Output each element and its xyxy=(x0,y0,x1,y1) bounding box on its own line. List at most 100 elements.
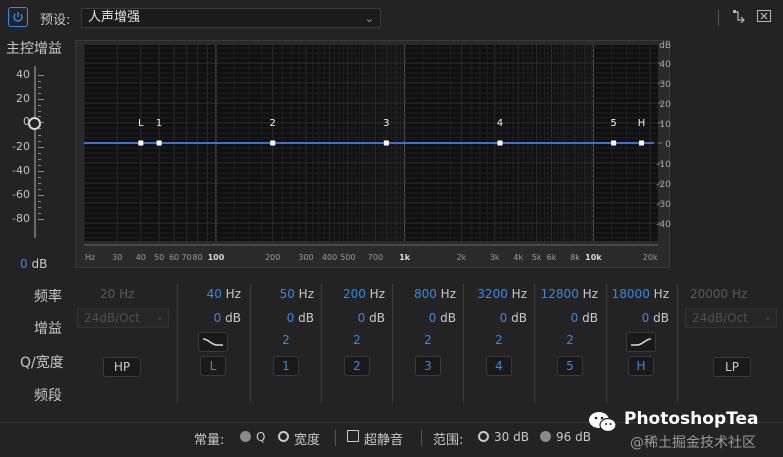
band-5-q[interactable]: 2 xyxy=(550,333,590,347)
band-gain-value[interactable]: 0 xyxy=(500,311,508,325)
master-gain-value: 0 dB xyxy=(20,257,47,271)
close-box-icon[interactable] xyxy=(757,10,771,25)
band-2-toggle-button[interactable]: 2 xyxy=(344,356,370,376)
hp-slope-value: 24dB/Oct xyxy=(84,311,140,325)
freq-axis-label: 5k xyxy=(532,253,542,262)
band-gain-unit: dB xyxy=(653,311,669,325)
band-handle-label: 3 xyxy=(383,118,389,129)
band-frequency-value[interactable]: 800 xyxy=(414,287,437,301)
master-scale-tick xyxy=(38,195,44,196)
band-4-frequency: 3200 Hz xyxy=(463,287,527,301)
db-axis-label: 10 xyxy=(660,120,671,130)
freq-axis-label: 3k xyxy=(490,253,500,262)
band-handle-label: L xyxy=(138,118,144,129)
band-frequency-unit: Hz xyxy=(653,287,669,301)
band-L-shape-button[interactable] xyxy=(198,332,228,352)
band-gain-value[interactable]: 0 xyxy=(429,311,437,325)
master-scale-minor-tick xyxy=(38,159,41,160)
band-frequency-unit: Hz xyxy=(582,287,598,301)
range-96db-radio[interactable] xyxy=(540,431,551,442)
freq-axis-label: 60 xyxy=(169,253,179,262)
band-H-gain: 0 dB xyxy=(605,311,669,325)
routing-icon[interactable] xyxy=(732,9,746,26)
band-3-toggle-button[interactable]: 3 xyxy=(415,356,441,376)
band-5-toggle-button[interactable]: 5 xyxy=(557,356,583,376)
band-3-q[interactable]: 2 xyxy=(408,333,448,347)
band-H-shape-button[interactable] xyxy=(626,332,656,352)
band-handle-label: 1 xyxy=(156,118,162,129)
band-gain-unit: dB xyxy=(298,311,314,325)
master-gain-number[interactable]: 0 xyxy=(20,257,28,271)
band-frequency-value[interactable]: 40 xyxy=(207,287,222,301)
master-scale-minor-tick xyxy=(38,207,41,208)
band-L-toggle-button[interactable]: L xyxy=(200,356,226,376)
db-axis-label: dB xyxy=(659,41,671,51)
band-1-toggle-button[interactable]: 1 xyxy=(273,356,299,376)
ultra-quiet-checkbox[interactable] xyxy=(347,430,359,442)
constant-width-radio[interactable] xyxy=(278,431,289,442)
band-5-frequency: 12800 Hz xyxy=(534,287,598,301)
wechat-icon xyxy=(588,410,618,437)
band-gain-value[interactable]: 0 xyxy=(642,311,650,325)
lp-button[interactable]: LP xyxy=(713,357,751,377)
band-H-toggle-button[interactable]: H xyxy=(628,356,654,376)
freq-axis-label: 6k xyxy=(547,253,557,262)
band-L-frequency: 40 Hz xyxy=(177,287,241,301)
master-gain-slider-knob[interactable] xyxy=(28,117,41,130)
band-row-label: 频段 xyxy=(34,388,62,404)
freq-axis-label: 70 xyxy=(182,253,192,262)
freq-axis-label: 500 xyxy=(340,253,355,262)
master-gain-title: 主控增益 xyxy=(6,41,62,57)
freq-axis-label: 80 xyxy=(193,253,203,262)
band-1-q[interactable]: 2 xyxy=(266,333,306,347)
frequency-row-label: 频率 xyxy=(34,289,62,305)
preset-label: 预设: xyxy=(40,13,71,28)
eq-graph-canvas[interactable]: dB403020100-10-20-30-40Hz 30 40 50 60 70 80 100… xyxy=(76,41,671,269)
band-frequency-value[interactable]: 12800 xyxy=(541,287,579,301)
band-handle-L xyxy=(138,140,144,146)
band-frequency-value[interactable]: 200 xyxy=(343,287,366,301)
band-gain-value[interactable]: 0 xyxy=(358,311,366,325)
lp-frequency: 20000 Hz xyxy=(690,287,748,301)
band-2-q[interactable]: 2 xyxy=(337,333,377,347)
lp-slope-dropdown: 24dB/Oct ⌄ xyxy=(685,308,777,328)
constant-q-label: Q xyxy=(256,430,266,444)
band-5-gain: 0 dB xyxy=(534,311,598,325)
band-gain-value[interactable]: 0 xyxy=(287,311,295,325)
master-scale-minor-tick xyxy=(38,93,41,94)
band-frequency-value[interactable]: 18000 xyxy=(612,287,650,301)
band-frequency-unit: Hz xyxy=(440,287,456,301)
band-frequency-value[interactable]: 50 xyxy=(280,287,295,301)
watermark-name: PhotoshopTea xyxy=(624,409,759,429)
freq-axis-label: 40 xyxy=(136,253,146,262)
preset-value: 人声增强 xyxy=(88,10,141,25)
band-4-q[interactable]: 2 xyxy=(479,333,519,347)
band-gain-value[interactable]: 0 xyxy=(214,311,222,325)
master-scale-minor-tick xyxy=(38,153,41,154)
band-4-toggle-button[interactable]: 4 xyxy=(486,356,512,376)
master-scale-minor-tick xyxy=(38,165,41,166)
band-frequency-value[interactable]: 3200 xyxy=(477,287,508,301)
ultra-quiet-label: 超静音 xyxy=(364,433,404,448)
eq-graph[interactable]: dB 40 30 20 10 0 -10 -20 -30 -40 Hz 30 40 50 60 70 80 100… xyxy=(75,40,671,269)
range-30db-label: 30 dB xyxy=(494,430,529,444)
preset-dropdown[interactable]: 人声增强 ⌄ xyxy=(81,8,381,28)
constant-q-radio[interactable] xyxy=(240,431,251,442)
master-scale-label: -60 xyxy=(12,188,30,201)
master-scale-label: 40 xyxy=(16,68,30,81)
power-button[interactable] xyxy=(8,7,28,27)
db-axis-label: 20 xyxy=(660,100,671,110)
band-gain-unit: dB xyxy=(225,311,241,325)
band-gain-value[interactable]: 0 xyxy=(571,311,579,325)
gain-row-label: 增益 xyxy=(34,321,62,337)
master-scale-minor-tick xyxy=(38,104,41,106)
hp-button[interactable]: HP xyxy=(103,357,141,377)
range-30db-radio[interactable] xyxy=(478,431,489,442)
freq-axis-label: Hz xyxy=(85,253,95,262)
master-gain-slider-track[interactable] xyxy=(34,66,36,238)
band-column-divider xyxy=(250,284,251,402)
chevron-down-icon: ⌄ xyxy=(763,312,772,323)
band-2-frequency: 200 Hz xyxy=(321,287,385,301)
db-axis-label: -40 xyxy=(656,220,671,230)
freq-axis-label: 2k xyxy=(457,253,467,262)
